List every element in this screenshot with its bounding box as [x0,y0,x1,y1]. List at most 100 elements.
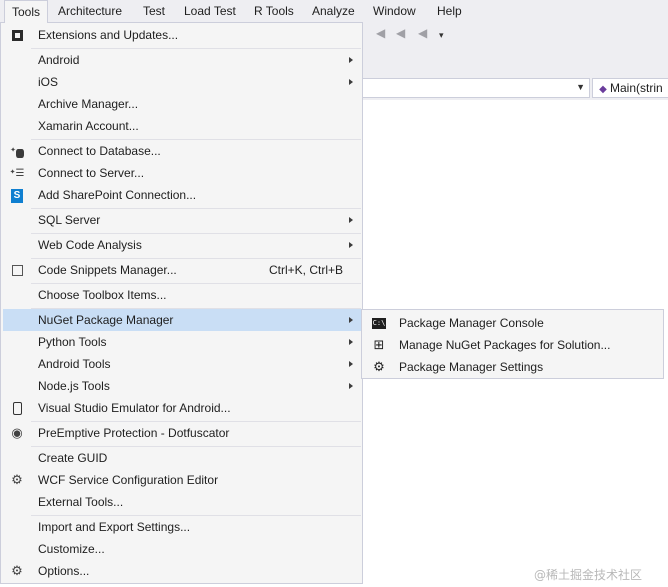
menu-item-label: WCF Service Configuration Editor [38,473,219,487]
dotfuscator-icon: ◉ [11,425,23,440]
menu-item-label: SQL Server [38,213,101,227]
menu-item-import-export[interactable]: Import and Export Settings... [3,516,361,538]
method-icon: ◆ [599,84,607,95]
connect-database-icon: ✦ [9,143,25,159]
chevron-down-icon: ▼ [576,82,585,92]
sharepoint-icon: S [9,187,25,203]
menu-test[interactable]: Test [136,0,172,22]
submenu-arrow-icon [349,242,353,248]
menu-tools[interactable]: Tools [4,0,49,23]
submenu-item-label: Manage NuGet Packages for Solution... [399,338,611,352]
submenu-item-manage-packages[interactable]: ⊞ Manage NuGet Packages for Solution... [364,334,662,356]
menu-item-xamarin-account[interactable]: Xamarin Account... [3,115,361,137]
options-gear-icon: ⚙ [11,563,23,578]
submenu-item-package-manager-settings[interactable]: ⚙ Package Manager Settings [364,356,662,378]
snippets-icon [9,262,25,278]
menu-help[interactable]: Help [430,0,469,22]
menu-item-shortcut: Ctrl+K, Ctrl+B [269,263,344,277]
menu-item-label: Visual Studio Emulator for Android... [38,401,231,415]
menu-item-python-tools[interactable]: Python Tools [3,331,361,353]
menu-item-extensions[interactable]: Extensions and Updates... [3,24,361,46]
menu-load-test-label: Load Test [184,4,236,18]
menu-architecture-label: Architecture [58,4,123,18]
menu-item-label: Android Tools [38,357,111,371]
watermark: @稀土掘金技术社区 [534,568,643,582]
menu-item-nuget[interactable]: NuGet Package Manager [3,309,361,331]
menu-item-android-tools[interactable]: Android Tools [3,353,361,375]
menu-item-sql-server[interactable]: SQL Server [3,209,361,231]
submenu-item-package-manager-console[interactable]: C:\ Package Manager Console [364,312,662,334]
menu-item-choose-toolbox[interactable]: Choose Toolbox Items... [3,284,361,306]
submenu-arrow-icon [349,57,353,63]
bookmark-icon[interactable]: ◀ [418,26,427,40]
uncomment-icon[interactable]: ◀ [396,26,405,40]
menu-item-label: Python Tools [38,335,107,349]
menu-item-create-guid[interactable]: Create GUID [3,447,361,469]
menu-item-label: iOS [38,75,59,89]
menu-item-vs-emulator[interactable]: Visual Studio Emulator for Android... [3,397,361,419]
menu-item-sharepoint[interactable]: S Add SharePoint Connection... [3,184,361,206]
menu-item-options[interactable]: ⚙ Options... [3,560,361,582]
menu-item-label: Xamarin Account... [38,119,139,133]
menu-item-label: Create GUID [38,451,108,465]
menu-item-label: Add SharePoint Connection... [38,188,197,202]
menu-item-code-snippets[interactable]: Code Snippets Manager... Ctrl+K, Ctrl+B [3,259,361,281]
menu-item-label: PreEmptive Protection - Dotfuscator [38,426,230,440]
menu-item-label: Extensions and Updates... [38,28,179,42]
menu-analyze-label: Analyze [312,4,355,18]
submenu-item-label: Package Manager Settings [399,360,544,374]
menu-item-label: Archive Manager... [38,97,139,111]
menu-item-label: External Tools... [38,495,124,509]
connect-server-icon: ✦☰ [9,168,25,179]
menu-window-label: Window [373,4,416,18]
phone-icon [9,400,25,416]
menu-item-android[interactable]: Android [3,49,361,71]
menu-item-label: Options... [38,564,90,578]
extensions-icon [9,27,25,43]
menu-item-label: Connect to Database... [38,144,161,158]
menu-item-connect-server[interactable]: ✦☰ Connect to Server... [3,162,361,184]
menu-window[interactable]: Window [366,0,423,22]
menu-bar: Tools Architecture Test Load Test R Tool… [0,0,668,23]
menu-item-connect-database[interactable]: ✦ Connect to Database... [3,140,361,162]
submenu-arrow-icon [349,339,353,345]
menu-item-label: NuGet Package Manager [38,313,174,327]
menu-item-external-tools[interactable]: External Tools... [3,491,361,513]
menu-item-label: Android [38,53,80,67]
menu-tools-label: Tools [12,5,41,19]
member-combo[interactable]: ◆ Main(strin [592,78,668,98]
submenu-arrow-icon [349,383,353,389]
menu-item-label: Code Snippets Manager... [38,263,177,277]
tools-menu: Extensions and Updates... Android iOS Ar… [0,22,363,584]
menu-item-ios[interactable]: iOS [3,71,361,93]
menu-analyze[interactable]: Analyze [305,0,362,22]
submenu-arrow-icon [349,79,353,85]
submenu-item-label: Package Manager Console [399,316,544,330]
menu-item-label: Import and Export Settings... [38,520,191,534]
menu-item-label: Node.js Tools [38,379,110,393]
menu-r-tools[interactable]: R Tools [247,0,301,22]
menu-load-test[interactable]: Load Test [177,0,243,22]
menu-test-label: Test [143,4,166,18]
toolbar-overflow-icon[interactable]: ▾ [439,30,444,41]
settings-gear-icon: ⚙ [373,359,385,374]
menu-item-nodejs-tools[interactable]: Node.js Tools [3,375,361,397]
submenu-arrow-icon [349,217,353,223]
console-icon: C:\ [372,318,386,330]
menu-item-archive-manager[interactable]: Archive Manager... [3,93,361,115]
menu-item-label: Connect to Server... [38,166,145,180]
comment-icon[interactable]: ◀ [376,26,385,40]
menu-item-label: Choose Toolbox Items... [38,288,167,302]
menu-item-label: Customize... [38,542,105,556]
menu-architecture[interactable]: Architecture [51,0,129,22]
packages-icon: ⊞ [373,337,385,352]
menu-r-tools-label: R Tools [254,4,294,18]
menu-item-dotfuscator[interactable]: ◉ PreEmptive Protection - Dotfuscator [3,422,361,444]
menu-item-label: Web Code Analysis [38,238,142,252]
member-combo-label: Main(strin [610,81,663,95]
menu-item-customize[interactable]: Customize... [3,538,361,560]
submenu-arrow-icon [349,361,353,367]
menu-item-wcf-editor[interactable]: ⚙ WCF Service Configuration Editor [3,469,361,491]
menu-item-web-code-analysis[interactable]: Web Code Analysis [3,234,361,256]
nuget-submenu: C:\ Package Manager Console ⊞ Manage NuG… [361,309,664,379]
